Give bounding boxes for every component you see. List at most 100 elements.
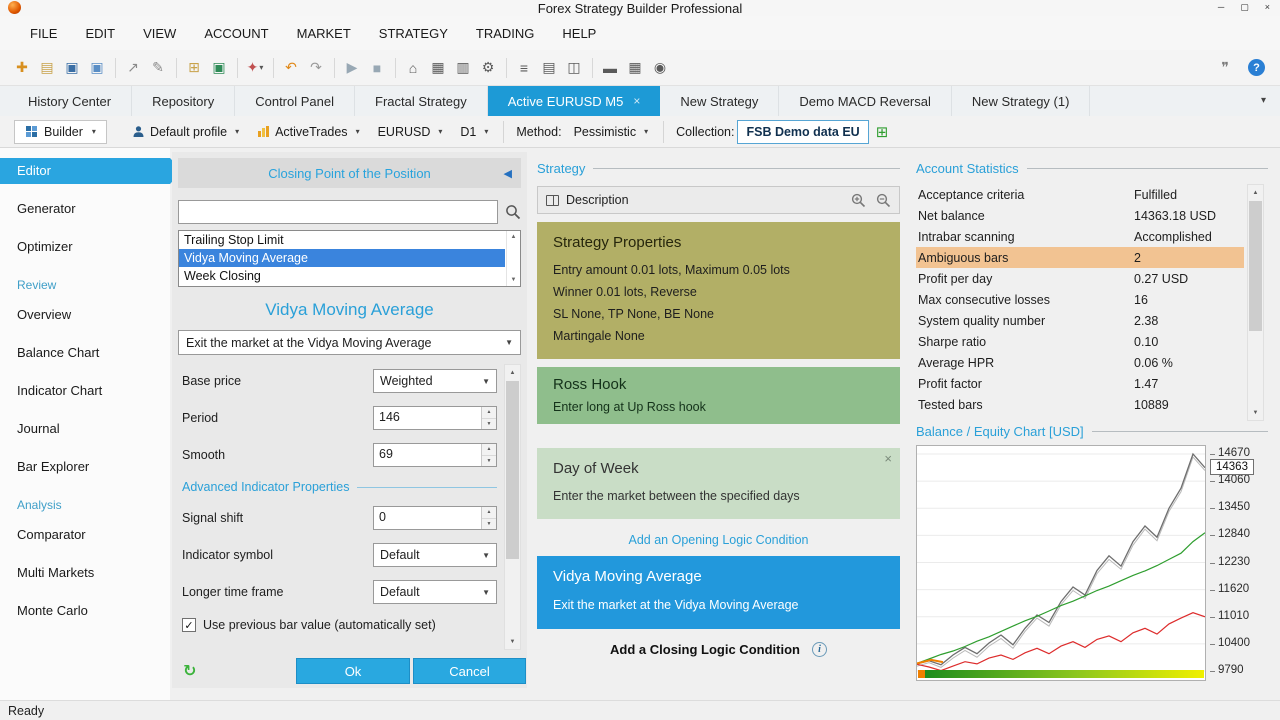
- symbol-dropdown[interactable]: EURUSD ▾: [369, 120, 452, 144]
- minimize-button[interactable]: ─: [1218, 0, 1224, 15]
- help-icon[interactable]: ?: [1248, 59, 1265, 76]
- ok-button[interactable]: Ok: [296, 658, 410, 684]
- spinner-down-icon[interactable]: ▼: [482, 456, 496, 467]
- cancel-button[interactable]: Cancel: [413, 658, 526, 684]
- open-strategy-icon[interactable]: ▤: [35, 56, 59, 80]
- add-collection-icon[interactable]: ⊞: [876, 123, 889, 141]
- feedback-icon[interactable]: ❞: [1213, 56, 1237, 80]
- scanner-icon[interactable]: ◉: [648, 56, 672, 80]
- builder-mode-button[interactable]: Builder ▾: [14, 120, 107, 144]
- recalculate-icon[interactable]: ↻: [183, 661, 196, 681]
- spinner-up-icon[interactable]: ▲: [482, 407, 496, 419]
- undo-icon[interactable]: ↶: [279, 56, 303, 80]
- redo-icon[interactable]: ↷: [304, 56, 328, 80]
- period-dropdown[interactable]: D1 ▾: [451, 120, 497, 144]
- indicator-logic-select[interactable]: Exit the market at the Vidya Moving Aver…: [178, 330, 521, 355]
- period-spinner[interactable]: 146▲▼: [373, 406, 497, 430]
- layout-icon[interactable]: ◫: [562, 56, 586, 80]
- sidebar-item-comparator[interactable]: Comparator: [0, 522, 170, 548]
- menu-file[interactable]: FILE: [16, 26, 71, 41]
- menu-help[interactable]: HELP: [548, 26, 610, 41]
- opening-condition-box-ross-hook[interactable]: Ross Hook Enter long at Up Ross hook: [537, 367, 900, 424]
- indicator-search-input[interactable]: [178, 200, 498, 224]
- sidebar-item-generator[interactable]: Generator: [0, 196, 170, 222]
- scroll-down-icon[interactable]: ▼: [1248, 405, 1263, 420]
- menu-trading[interactable]: TRADING: [462, 26, 549, 41]
- journal-icon[interactable]: ≡: [512, 56, 536, 80]
- save-strategy-icon[interactable]: ▣: [60, 56, 84, 80]
- opening-condition-box-day-of-week[interactable]: × Day of Week Enter the market between t…: [537, 448, 900, 519]
- parameters-scrollbar[interactable]: ▲ ▼: [504, 364, 521, 650]
- tab-overflow-caret-icon[interactable]: ▾: [1247, 86, 1280, 116]
- menu-market[interactable]: MARKET: [283, 26, 365, 41]
- spinner-up-icon[interactable]: ▲: [482, 444, 496, 456]
- sidebar-item-journal[interactable]: Journal: [0, 416, 170, 442]
- scroll-up-icon[interactable]: ▲: [505, 365, 520, 380]
- collapse-panel-icon[interactable]: ◀: [504, 167, 512, 180]
- maximize-button[interactable]: ▢: [1240, 0, 1249, 15]
- new-strategy-icon[interactable]: ✚: [10, 56, 34, 80]
- menu-account[interactable]: ACCOUNT: [190, 26, 282, 41]
- scrollbar-thumb[interactable]: [1249, 201, 1262, 331]
- add-closing-condition-label[interactable]: Add a Closing Logic Condition: [610, 642, 800, 657]
- list-scrollbar[interactable]: ▲ ▼: [506, 231, 520, 286]
- menu-view[interactable]: VIEW: [129, 26, 190, 41]
- add-to-repository-icon[interactable]: ⊞: [182, 56, 206, 80]
- previous-bar-value-checkbox[interactable]: ✓: [182, 618, 196, 632]
- tab-control-panel[interactable]: Control Panel: [235, 86, 355, 116]
- stop-icon[interactable]: ■: [365, 56, 389, 80]
- strategy-properties-box[interactable]: Strategy Properties Entry amount 0.01 lo…: [537, 222, 900, 359]
- stats-scrollbar[interactable]: ▲ ▼: [1247, 184, 1264, 421]
- tab-repository[interactable]: Repository: [132, 86, 235, 116]
- sidebar-item-balance-chart[interactable]: Balance Chart: [0, 340, 170, 366]
- base-price-select[interactable]: Weighted▼: [373, 369, 497, 393]
- close-button[interactable]: ×: [1265, 0, 1270, 15]
- save-data-icon[interactable]: ▣: [207, 56, 231, 80]
- tab-demo-macd-reversal[interactable]: Demo MACD Reversal: [779, 86, 951, 116]
- collection-input[interactable]: FSB Demo data EU: [737, 120, 868, 144]
- data-grid-icon[interactable]: ▦: [426, 56, 450, 80]
- calculator-icon[interactable]: ▦: [623, 56, 647, 80]
- overview-icon[interactable]: ⌂: [401, 56, 425, 80]
- scrollbar-thumb[interactable]: [506, 381, 519, 559]
- profile-dropdown[interactable]: Default profile ▾: [123, 120, 248, 144]
- remove-condition-icon[interactable]: ×: [884, 451, 892, 466]
- sidebar-item-indicator-chart[interactable]: Indicator Chart: [0, 378, 170, 404]
- info-icon[interactable]: i: [812, 642, 827, 657]
- scroll-up-icon[interactable]: ▲: [511, 234, 517, 240]
- tab-active-eurusd-m5[interactable]: Active EURUSD M5×: [488, 86, 661, 116]
- sidebar-item-optimizer[interactable]: Optimizer: [0, 234, 170, 260]
- close-tab-icon[interactable]: ×: [633, 94, 640, 108]
- indicator-list-item-trailing-stop-limit[interactable]: Trailing Stop Limit: [179, 231, 505, 249]
- spinner-down-icon[interactable]: ▼: [482, 519, 496, 530]
- add-opening-condition-link[interactable]: Add an Opening Logic Condition: [537, 533, 900, 547]
- indicator-list-item-week-closing[interactable]: Week Closing: [179, 267, 505, 285]
- spinner-up-icon[interactable]: ▲: [482, 507, 496, 519]
- save-as-strategy-icon[interactable]: ▣: [85, 56, 109, 80]
- indicator-symbol-select[interactable]: Default▼: [373, 543, 497, 567]
- market-chart-icon[interactable]: ▥: [451, 56, 475, 80]
- appearance-icon[interactable]: ✦▾: [243, 56, 267, 80]
- tab-fractal-strategy[interactable]: Fractal Strategy: [355, 86, 488, 116]
- zoom-out-icon[interactable]: [876, 193, 891, 208]
- tab-history-center[interactable]: History Center: [8, 86, 132, 116]
- scroll-down-icon[interactable]: ▼: [505, 634, 520, 649]
- menu-strategy[interactable]: STRATEGY: [365, 26, 462, 41]
- data-source-dropdown[interactable]: ActiveTrades ▾: [248, 120, 369, 144]
- sidebar-item-editor[interactable]: Editor: [0, 158, 170, 184]
- indicator-list-item-vidya-moving-average[interactable]: Vidya Moving Average: [179, 249, 505, 267]
- method-dropdown[interactable]: Pessimistic ▾: [565, 120, 658, 144]
- editor-icon[interactable]: ▤: [537, 56, 561, 80]
- comparator-icon[interactable]: ▬: [598, 56, 622, 80]
- menu-edit[interactable]: EDIT: [71, 26, 129, 41]
- signal-shift-spinner[interactable]: 0▲▼: [373, 506, 497, 530]
- calculate-icon[interactable]: ▶: [340, 56, 364, 80]
- tab-new-strategy-1[interactable]: New Strategy (1): [952, 86, 1091, 116]
- sidebar-item-monte-carlo[interactable]: Monte Carlo: [0, 598, 170, 624]
- publish-strategy-icon[interactable]: ↗: [121, 56, 145, 80]
- description-bar[interactable]: Description: [537, 186, 900, 214]
- tab-new-strategy[interactable]: New Strategy: [660, 86, 779, 116]
- closing-point-box[interactable]: Vidya Moving Average Exit the market at …: [537, 556, 900, 629]
- scroll-down-icon[interactable]: ▼: [511, 277, 517, 283]
- search-icon[interactable]: [505, 204, 521, 220]
